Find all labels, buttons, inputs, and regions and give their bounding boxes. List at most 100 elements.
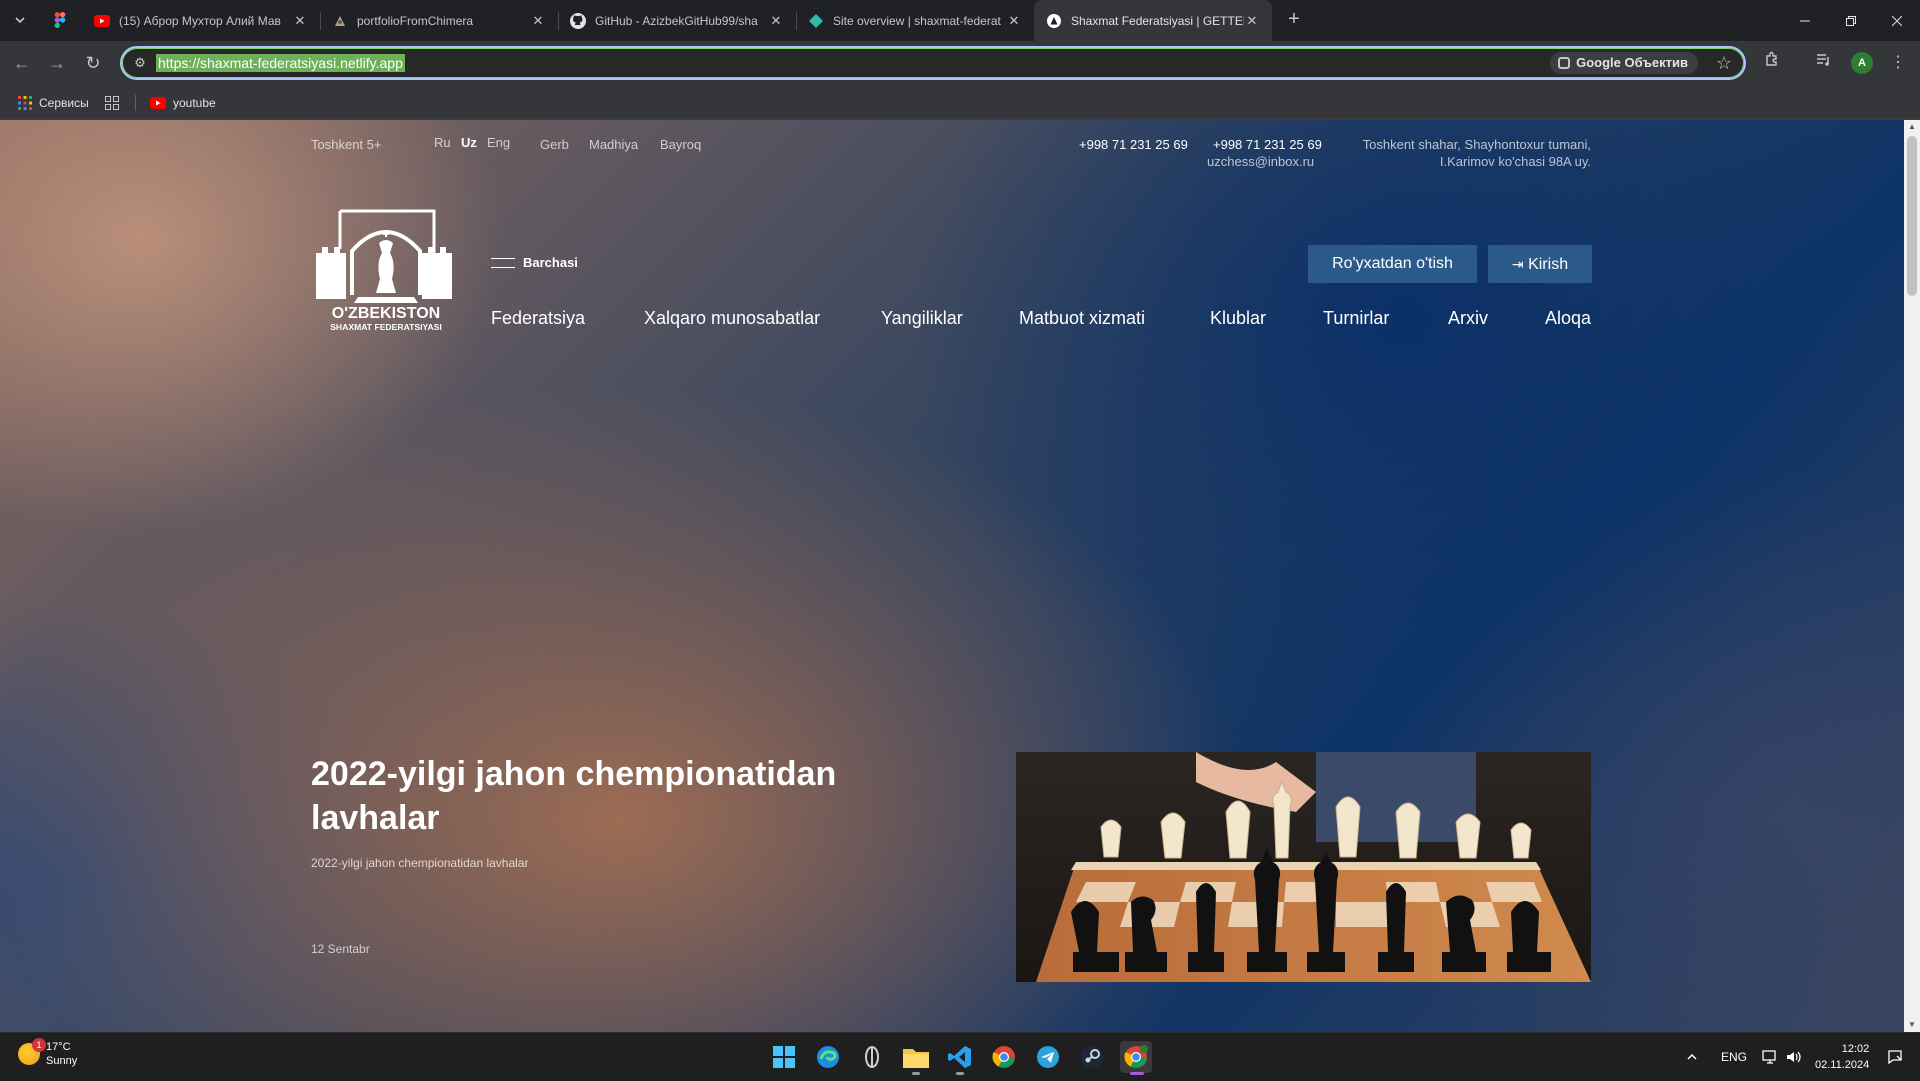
lang-ru[interactable]: Ru <box>434 135 451 150</box>
hero-title[interactable]: 2022-yilgi jahon chempionatidan lavhalar <box>311 752 871 840</box>
tray-overflow-button[interactable] <box>1686 1033 1698 1081</box>
back-button[interactable]: ← <box>10 51 34 75</box>
close-window-button[interactable] <box>1874 0 1920 41</box>
pinned-tab-figma[interactable] <box>46 8 74 32</box>
browser-tab[interactable]: GitHub - AzizbekGitHub99/sha ✕ <box>558 0 796 41</box>
more-menu-icon[interactable]: ⋮ <box>1886 51 1910 75</box>
site-info-icon[interactable]: ⚙ <box>132 55 148 71</box>
weather-temp: 17°C <box>46 1041 71 1053</box>
new-tab-button[interactable]: + <box>1280 8 1308 32</box>
bookmark-youtube[interactable]: youtube <box>150 92 216 114</box>
scroll-up-icon[interactable]: ▲ <box>1904 120 1920 134</box>
taskbar-chrome[interactable] <box>988 1041 1020 1073</box>
google-lens-button[interactable]: Google Объектив <box>1550 52 1698 74</box>
forward-button[interactable]: → <box>45 51 69 75</box>
bookmark-star-icon[interactable]: ☆ <box>1716 52 1732 74</box>
tab-search-button[interactable] <box>8 8 32 32</box>
start-button[interactable] <box>768 1041 800 1073</box>
tab-title: GitHub - AzizbekGitHub99/sha <box>595 13 758 28</box>
taskbar-file-explorer[interactable] <box>900 1041 932 1075</box>
browser-tab-active[interactable]: Shaxmat Federatsiyasi | GETTER ✕ <box>1034 0 1272 41</box>
nav-klublar[interactable]: Klublar <box>1210 308 1266 329</box>
close-tab-icon[interactable]: ✕ <box>292 13 308 29</box>
active-indicator <box>1130 1072 1144 1075</box>
close-tab-icon[interactable]: ✕ <box>1244 13 1260 29</box>
address-bar[interactable]: ⚙ https://shaxmat-federatsiyasi.netlify.… <box>120 46 1746 80</box>
running-indicator <box>956 1072 964 1075</box>
volume-icon[interactable] <box>1786 1033 1802 1081</box>
nav-xalqaro-munosabatlar[interactable]: Xalqaro munosabatlar <box>644 308 820 329</box>
github-icon <box>570 12 586 29</box>
taskbar-app[interactable] <box>856 1041 888 1073</box>
lang-uz[interactable]: Uz <box>461 135 477 150</box>
nav-matbuot-xizmati[interactable]: Matbuot xizmati <box>1019 308 1145 329</box>
weather-widget[interactable]: 1 17°C Sunny <box>18 1038 78 1068</box>
youtube-icon <box>94 13 110 29</box>
all-menu-label: Barchasi <box>523 255 578 270</box>
email-link[interactable]: uzchess@inbox.ru <box>1207 154 1314 169</box>
network-icon[interactable] <box>1762 1033 1778 1081</box>
input-language[interactable]: ENG <box>1721 1033 1747 1081</box>
taskbar-steam[interactable] <box>1076 1041 1108 1073</box>
bookmark-services[interactable]: Сервисы <box>18 92 89 114</box>
taskbar-telegram[interactable] <box>1032 1041 1064 1073</box>
scroll-down-icon[interactable]: ▼ <box>1904 1018 1920 1032</box>
login-button[interactable]: ⇥ Kirish <box>1488 245 1592 283</box>
url-text[interactable]: https://shaxmat-federatsiyasi.netlify.ap… <box>156 54 405 72</box>
nav-aloqa[interactable]: Aloqa <box>1545 308 1591 329</box>
steam-icon <box>1081 1046 1103 1068</box>
sun-icon: 1 <box>18 1038 46 1065</box>
browser-tab[interactable]: (15) Аброр Мухтор Алий Мав ✕ <box>82 0 320 41</box>
nav-federatsiya[interactable]: Federatsiya <box>491 308 585 329</box>
taskbar-chrome-profile[interactable] <box>1120 1041 1152 1075</box>
all-menu-button[interactable]: Barchasi <box>491 255 578 270</box>
bookmark-separator <box>135 95 136 111</box>
figma-icon <box>54 12 66 28</box>
close-tab-icon[interactable]: ✕ <box>1006 13 1022 29</box>
weather-text: Sunny <box>46 1055 78 1067</box>
browser-tab[interactable]: portfolioFromChimera ✕ <box>320 0 558 41</box>
close-tab-icon[interactable]: ✕ <box>768 13 784 29</box>
lang-eng[interactable]: Eng <box>487 135 510 150</box>
extensions-icon[interactable] <box>1760 51 1784 75</box>
media-controls-icon[interactable] <box>1812 51 1836 75</box>
browser-tab-strip: (15) Аброр Мухтор Алий Мав ✕ portfolioFr… <box>0 0 1920 41</box>
restore-button[interactable] <box>1828 0 1874 41</box>
hero-chess-image[interactable] <box>1016 752 1591 982</box>
hero-date: 12 Sentabr <box>311 942 370 956</box>
phone-2[interactable]: +998 71 231 25 69 <box>1213 137 1322 152</box>
link-gerb[interactable]: Gerb <box>540 137 569 152</box>
tab-groups-button[interactable] <box>105 92 119 114</box>
nav-yangiliklar[interactable]: Yangiliklar <box>881 308 963 329</box>
link-bayroq[interactable]: Bayroq <box>660 137 701 152</box>
link-madhiya[interactable]: Madhiya <box>589 137 638 152</box>
lens-icon <box>1558 57 1571 69</box>
close-icon <box>1892 15 1902 26</box>
profile-avatar[interactable]: A <box>1851 52 1873 74</box>
federation-logo[interactable]: O'ZBEKISTON SHAXMAT FEDERATSIYASI <box>312 209 460 333</box>
scrollbar-thumb[interactable] <box>1907 136 1917 296</box>
taskbar-edge[interactable] <box>812 1041 844 1073</box>
phone-1[interactable]: +998 71 231 25 69 <box>1079 137 1188 152</box>
taskbar-vscode[interactable] <box>944 1041 976 1075</box>
chrome-profile-icon <box>1124 1045 1148 1068</box>
grid-icon <box>105 96 119 110</box>
browser-tab[interactable]: Site overview | shaxmat-federat ✕ <box>796 0 1034 41</box>
minimize-button[interactable] <box>1782 0 1828 41</box>
register-button[interactable]: Ro'yxatdan o'tish <box>1308 245 1477 283</box>
tab-title: (15) Аброр Мухтор Алий Мав <box>119 13 281 28</box>
reload-button[interactable]: ↻ <box>81 51 105 75</box>
apps-grid-icon <box>18 96 32 110</box>
telegram-icon <box>1037 1046 1059 1068</box>
page-scrollbar[interactable]: ▲ ▼ <box>1904 120 1920 1032</box>
chimera-icon <box>332 13 348 29</box>
notifications-icon[interactable] <box>1887 1033 1903 1081</box>
file-explorer-icon <box>903 1049 929 1068</box>
chess-castle-logo-icon: O'ZBEKISTON SHAXMAT FEDERATSIYASI <box>316 209 452 332</box>
system-clock[interactable]: 12:02 02.11.2024 <box>1815 1041 1869 1073</box>
getter-icon <box>1046 13 1062 29</box>
reload-icon: ↻ <box>85 53 101 73</box>
close-tab-icon[interactable]: ✕ <box>530 13 546 29</box>
nav-turnirlar[interactable]: Turnirlar <box>1323 308 1389 329</box>
nav-arxiv[interactable]: Arxiv <box>1448 308 1488 329</box>
